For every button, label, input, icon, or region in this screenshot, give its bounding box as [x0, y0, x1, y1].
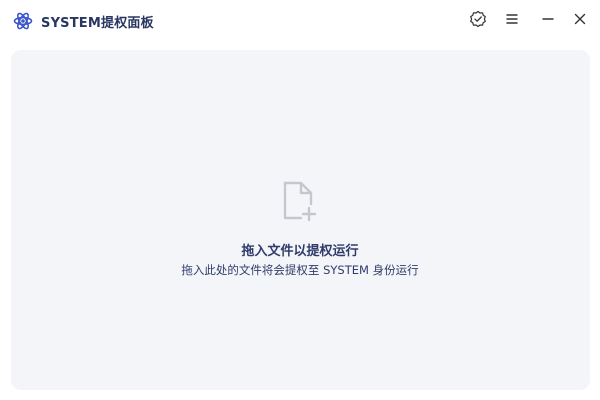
menu-button[interactable] [499, 6, 525, 32]
app-title: SYSTEM提权面板 [41, 16, 154, 31]
drop-zone-subtitle: 拖入此处的文件将会提权至 SYSTEM 身份运行 [181, 263, 419, 277]
minimize-button[interactable] [535, 6, 561, 32]
verify-button[interactable] [465, 6, 491, 32]
close-button[interactable] [567, 6, 593, 32]
hamburger-menu-icon [506, 14, 518, 24]
file-plus-icon [283, 181, 317, 222]
drop-zone-title: 拖入文件以提权运行 [241, 244, 359, 259]
app-window: SYSTEM提权面板 拖入文件以提权运行 拖入此处的文件将会提权至 SYSTEM… [0, 0, 600, 400]
minimize-icon [542, 18, 554, 20]
badge-check-icon [470, 10, 486, 28]
title-bar[interactable]: SYSTEM提权面板 [0, 0, 600, 40]
close-icon [574, 13, 586, 25]
atom-logo-icon [13, 12, 33, 30]
